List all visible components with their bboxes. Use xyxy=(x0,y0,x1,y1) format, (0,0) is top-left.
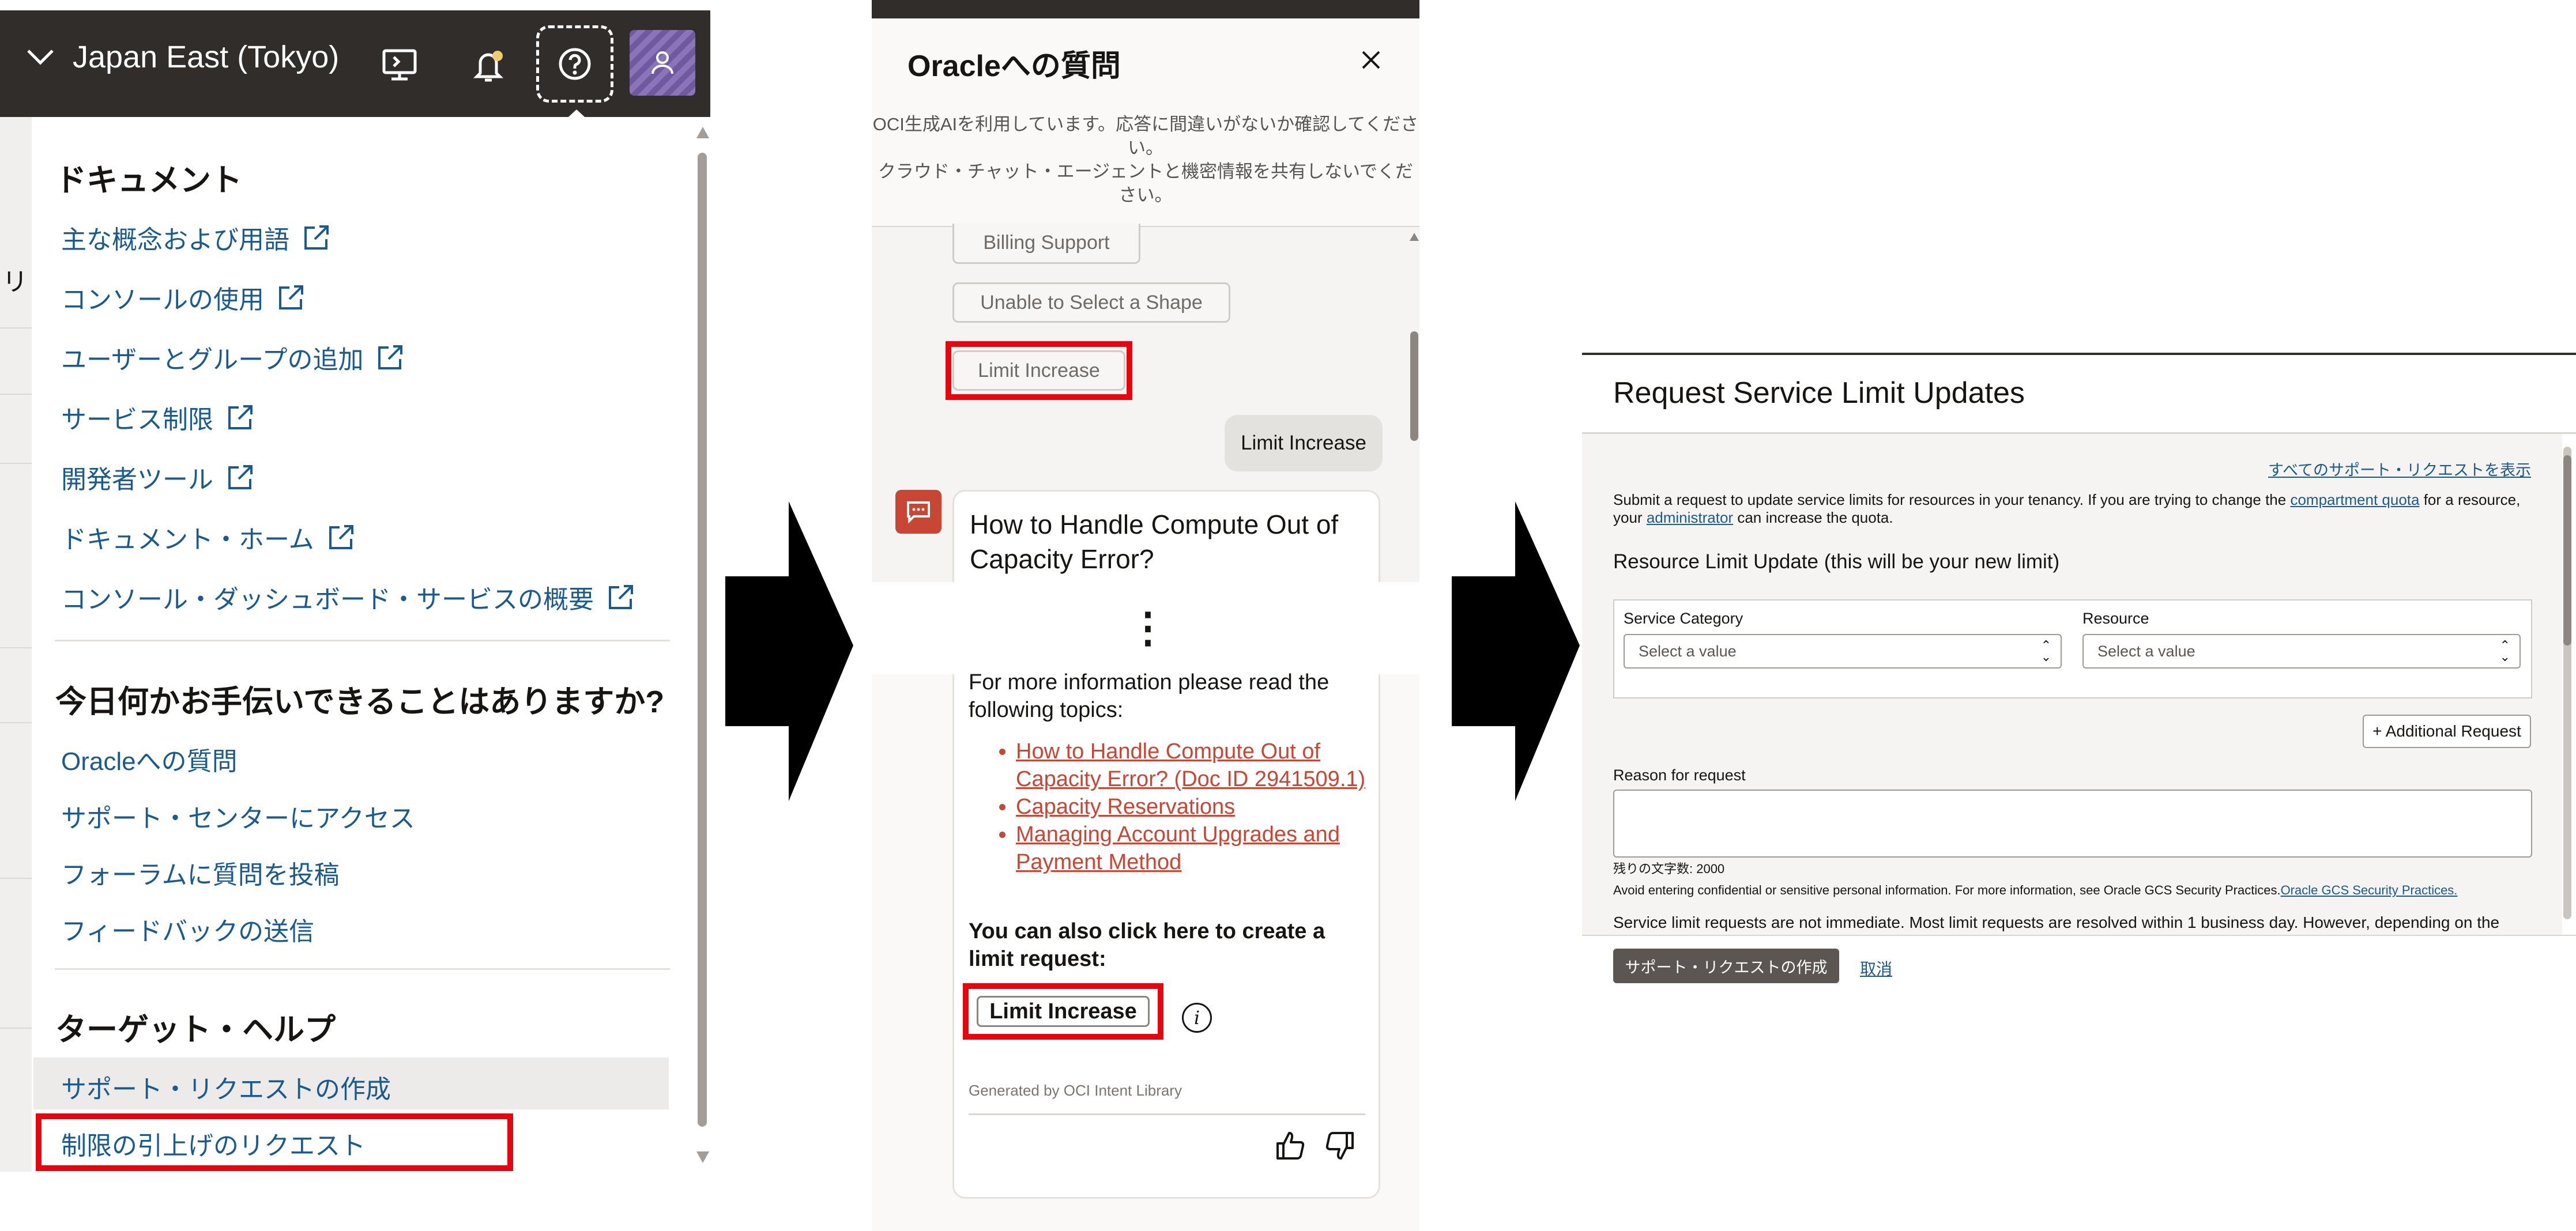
chat-scrollbar[interactable] xyxy=(1410,331,1418,441)
external-link-icon xyxy=(228,465,253,489)
more-info-text: For more information please read the fol… xyxy=(969,670,1330,722)
external-link-icon xyxy=(304,225,329,250)
external-link-icon xyxy=(279,285,303,309)
ai-notice: OCI生成AIを利用しています。応答に間違いがないか確認してください。 クラウド… xyxy=(872,112,1419,207)
divider xyxy=(1582,935,2576,936)
panel-top-bar xyxy=(872,0,1419,18)
user-message: Limit Increase xyxy=(1225,415,1383,471)
close-icon[interactable] xyxy=(1359,48,1383,71)
suggestion-chip-shape[interactable]: Unable to Select a Shape xyxy=(952,282,1230,323)
flow-arrow-icon xyxy=(1452,501,1580,801)
doc-link-developer-tools[interactable]: 開発者ツール xyxy=(61,459,255,496)
scroll-up-icon[interactable] xyxy=(695,126,710,139)
menu-divider xyxy=(55,968,670,970)
chat-title: Oracleへの質問 xyxy=(907,50,1121,83)
doc-link-key-concepts[interactable]: 主な概念および用語 xyxy=(61,219,331,256)
notice-line: クラウド・チャット・エージェントと機密情報を共有しないでください。 xyxy=(878,161,1414,205)
topic-link[interactable]: How to Handle Compute Out of Capacity Er… xyxy=(1016,738,1396,793)
thumbs-up-icon[interactable] xyxy=(1274,1130,1306,1162)
help-button[interactable] xyxy=(536,25,613,103)
menu-divider xyxy=(55,640,670,641)
documents-heading: ドキュメント xyxy=(55,163,242,198)
reason-label: Reason for request xyxy=(1613,766,1746,784)
doc-link-documentation-home[interactable]: ドキュメント・ホーム xyxy=(61,519,356,556)
targeted-help-heading: ターゲット・ヘルプ xyxy=(55,1013,336,1047)
highlight-frame: Limit Increase xyxy=(963,983,1163,1040)
generated-by-note: Generated by OCI Intent Library xyxy=(969,1082,1182,1099)
topic-list: How to Handle Compute Out of Capacity Er… xyxy=(992,738,1396,876)
dialog-title: Request Service Limit Updates xyxy=(1613,376,2025,410)
cloud-shell-icon xyxy=(382,49,417,81)
cancel-link[interactable]: 取消 xyxy=(1860,957,1892,980)
scroll-down-icon[interactable] xyxy=(695,1150,710,1164)
administrator-link[interactable]: administrator xyxy=(1647,509,1733,526)
info-icon[interactable]: i xyxy=(1182,1003,1212,1033)
topic-link[interactable]: Managing Account Upgrades and Payment Me… xyxy=(1016,821,1396,876)
compartment-quota-link[interactable]: compartment quota xyxy=(2290,491,2419,508)
doc-link-service-limits[interactable]: サービス制限 xyxy=(61,399,255,436)
security-practices-link[interactable]: Oracle GCS Security Practices. xyxy=(2281,883,2458,897)
profile-avatar[interactable] xyxy=(630,30,695,96)
doc-link-using-console[interactable]: コンソールの使用 xyxy=(61,279,306,316)
response-title: How to Handle Compute Out of Capacity Er… xyxy=(970,509,1339,574)
doc-link-dashboard-overview[interactable]: コンソール・ダッシュボード・サービスの概要 xyxy=(61,579,635,616)
topic-link[interactable]: Capacity Reservations xyxy=(1016,793,1396,821)
background-page-edge: リ xyxy=(0,117,32,1172)
external-link-icon xyxy=(609,585,633,609)
dialog-scrollbar-thumb[interactable] xyxy=(2563,455,2571,645)
additional-request-button[interactable]: + Additional Request xyxy=(2363,715,2531,748)
notice-line: OCI生成AIを利用しています。応答に間違いがないか確認してください。 xyxy=(872,114,1419,158)
flow-arrow-icon xyxy=(725,501,853,801)
reason-textarea[interactable] xyxy=(1613,790,2532,858)
security-note: Avoid entering confidential or sensitive… xyxy=(1613,883,2458,897)
resource-label: Resource xyxy=(2082,610,2149,627)
service-category-label: Service Category xyxy=(1624,610,1743,627)
sort-arrows-icon: ⌃ ⌄ xyxy=(2040,638,2051,664)
divider xyxy=(969,1113,1365,1115)
view-all-requests-link[interactable]: すべてのサポート・リクエストを表示 xyxy=(2268,458,2531,480)
limit-request-prompt: You can also click here to create a limi… xyxy=(969,919,1325,971)
doc-link-add-users-groups[interactable]: ユーザーとグループの追加 xyxy=(61,339,405,376)
region-name: Japan East (Tokyo) xyxy=(73,40,340,74)
assist-heading: 今日何かお手伝いできることはありますか? xyxy=(55,685,665,719)
create-support-request-link[interactable]: サポート・リクエストの作成 xyxy=(61,1068,391,1105)
vertical-ellipsis: ⋮ xyxy=(1127,605,1169,651)
limit-increase-request-link[interactable]: 制限の引上げのリクエスト xyxy=(61,1125,366,1162)
dialog-description: Submit a request to update service limit… xyxy=(1613,491,2521,526)
sort-arrows-icon: ⌃ ⌄ xyxy=(2499,638,2510,664)
user-icon xyxy=(651,51,673,74)
resource-select[interactable]: Select a value ⌃ ⌄ xyxy=(2082,634,2521,669)
section-title: Resource Limit Update (this will be your… xyxy=(1613,550,2060,573)
suggestion-chip-limit-increase[interactable]: Limit Increase xyxy=(952,350,1125,391)
support-center-link[interactable]: サポート・センターにアクセス xyxy=(61,798,415,834)
service-category-select[interactable]: Select a value ⌃ ⌄ xyxy=(1624,634,2062,669)
thumbs-down-icon[interactable] xyxy=(1324,1130,1356,1162)
region-selector[interactable]: Japan East (Tokyo) xyxy=(23,39,339,75)
create-support-request-button[interactable]: サポート・リクエストの作成 xyxy=(1613,949,1839,983)
chat-bubble-icon xyxy=(907,501,930,523)
background-text: リ xyxy=(2,268,28,296)
help-circle-icon xyxy=(559,48,591,80)
external-link-icon xyxy=(329,525,353,549)
limit-increase-button[interactable]: Limit Increase xyxy=(977,996,1150,1027)
suggestion-chip-billing[interactable]: Billing Support xyxy=(952,224,1140,264)
bell-icon xyxy=(473,51,504,82)
forum-post-link[interactable]: フォーラムに質問を投稿 xyxy=(61,854,340,891)
remaining-characters: 残りの文字数: 2000 xyxy=(1613,862,1725,876)
ask-oracle-link[interactable]: Oracleへの質問 xyxy=(61,741,238,777)
notifications-button[interactable] xyxy=(451,28,526,103)
external-link-icon xyxy=(378,345,403,369)
chevron-down-icon xyxy=(27,50,54,65)
bot-avatar xyxy=(895,490,941,534)
external-link-icon xyxy=(228,405,253,429)
scroll-up-icon[interactable] xyxy=(1408,232,1420,242)
menu-scrollbar[interactable] xyxy=(698,153,707,1127)
limit-note: Service limit requests are not immediate… xyxy=(1613,913,2500,931)
send-feedback-link[interactable]: フィードバックの送信 xyxy=(61,911,314,947)
cloud-shell-button[interactable] xyxy=(362,28,437,103)
